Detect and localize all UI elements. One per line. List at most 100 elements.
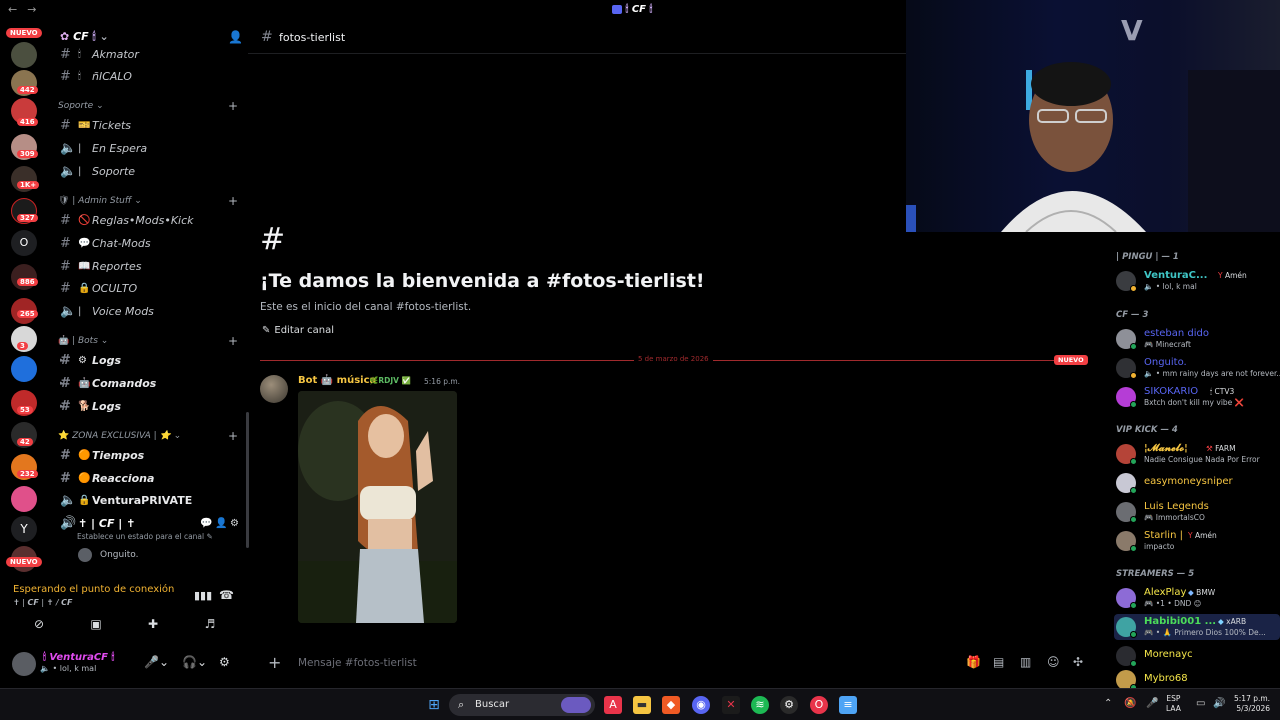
avatar[interactable] (260, 375, 288, 403)
channel-item[interactable]: # 🕯 ñICALO (60, 67, 246, 85)
microphone-icon[interactable]: 🎤 (1146, 698, 1158, 709)
message-author[interactable]: Bot 🤖 música (298, 375, 376, 386)
signal-icon[interactable]: ▮▮▮ (194, 589, 212, 602)
edit-channel-button[interactable]: ✎ Editar canal (262, 325, 334, 336)
clock[interactable]: 5:17 p.m. 5/3/2026 (1234, 694, 1270, 714)
username[interactable]: 🕯 VenturaCF 🕯 (43, 652, 114, 663)
opera-gx-icon[interactable]: O (810, 696, 828, 714)
add-channel-icon[interactable]: + (228, 334, 238, 348)
sticker-icon[interactable]: ▥ (1020, 655, 1031, 669)
back-arrow-icon[interactable]: ← (8, 3, 17, 16)
emoji-icon[interactable]: ☺ (1047, 655, 1060, 669)
member-row[interactable]: Morenayc (1114, 643, 1280, 669)
gear-icon[interactable]: ⚙ (230, 518, 239, 529)
discord-icon[interactable]: ◉ (692, 696, 710, 714)
channel-item[interactable]: # 🟠 Tiempos (60, 446, 246, 464)
voice-channel-item[interactable]: 🔈 | En Espera (60, 139, 246, 157)
speech-bubble-icon: 💬 (78, 237, 91, 249)
camera-off-icon[interactable]: ⊘ (27, 617, 51, 635)
attach-plus-icon[interactable]: + (268, 653, 281, 672)
notepad-icon[interactable]: ≡ (839, 696, 857, 714)
message-input[interactable]: Mensaje #fotos-tierlist (298, 657, 417, 669)
voice-channel-item[interactable]: 🔈 | Voice Mods (60, 302, 246, 320)
member-row[interactable]: Mybro68 (1114, 667, 1280, 688)
disconnect-icon[interactable]: ☎ (219, 588, 234, 602)
settings-gear-icon[interactable]: ⚙ (219, 655, 230, 669)
language-indicator[interactable]: ESP LAA (1166, 694, 1181, 714)
category-soporte[interactable]: Soporte ⌄ + (58, 99, 238, 113)
channel-item[interactable]: ▸ # 🤖 Comandos (60, 374, 246, 392)
channel-item[interactable]: # 🟠 Reacciona (60, 469, 246, 487)
voice-channel-item[interactable]: 🔈 | Soporte (60, 162, 246, 180)
server-icon[interactable] (11, 42, 37, 68)
voice-member[interactable]: Onguito. (78, 548, 138, 562)
windows-start-icon[interactable]: ⊞ (425, 696, 443, 714)
add-channel-icon[interactable]: + (228, 429, 238, 443)
server-icon[interactable]: Y (11, 516, 37, 542)
new-pill[interactable]: NUEVO (6, 28, 42, 38)
server-name[interactable]: ✿ 𝘾𝙁 🕯 ⌄ (60, 30, 109, 44)
headphones-icon[interactable]: 🎧⌄ (182, 655, 207, 669)
volume-icon[interactable]: 🔊 (1213, 698, 1225, 709)
category-zona-exclusiva[interactable]: ⭐ ZONA EXCLUSIVA | ⭐ ⌄ + (58, 429, 238, 443)
member-row[interactable]: Luis Legends 🎮 ImmortalsCO (1114, 499, 1280, 525)
app-icon-a[interactable]: A (604, 696, 622, 714)
member-row[interactable]: Starlin | Y Amén impacto (1114, 528, 1280, 554)
webcam-overlay: V (906, 0, 1280, 232)
chat-icon[interactable]: 💬 (200, 518, 212, 529)
server-tag[interactable]: 🌿RDJV ✅ (369, 376, 411, 385)
avatar[interactable] (12, 652, 36, 676)
microphone-icon[interactable]: 🎤⌄ (144, 655, 169, 669)
chevron-up-icon[interactable]: ⌃ (1104, 698, 1112, 709)
apps-icon[interactable]: ✣ (1073, 655, 1083, 669)
server-icon[interactable]: O (11, 230, 37, 256)
member-row-selected[interactable]: Habibi001 ... ◆ xARB 🎮 • 🙏 Primero Dios … (1114, 614, 1280, 640)
server-icon[interactable] (11, 486, 37, 512)
channel-item[interactable]: ▸ # ⚙ Logs (60, 351, 246, 369)
activities-icon[interactable]: ✚ (141, 617, 165, 635)
network-icon[interactable]: ▭ (1196, 698, 1205, 709)
connection-channel[interactable]: ✝ | 𝘾𝙁 | ✝ / 𝘾𝙁 (13, 598, 72, 607)
new-pill[interactable]: NUEVO (6, 557, 42, 567)
app-icon-x[interactable]: ✕ (722, 696, 740, 714)
channel-item[interactable]: # 🔒 OCULTO (60, 279, 246, 297)
channel-item[interactable]: # 🎫 Tickets (60, 116, 246, 134)
channel-item[interactable]: # 🕯 Akmator (60, 45, 246, 63)
channel-item[interactable]: # 💬 Chat-Mods (60, 234, 246, 252)
soundboard-icon[interactable]: ♬ (198, 617, 222, 635)
category-admin-stuff[interactable]: 🛡 | Admin Stuff ⌄ + (58, 194, 238, 208)
brave-browser-icon[interactable]: ◆ (662, 696, 680, 714)
hash-icon: # (261, 29, 273, 45)
member-row[interactable]: esteban dido 🎮 Minecraft (1114, 326, 1280, 352)
member-row[interactable]: easymoneysniper (1114, 470, 1280, 496)
message-image-attachment[interactable] (298, 391, 457, 623)
channel-item[interactable]: # 🚫 Reglas•Mods•Kick (60, 211, 246, 229)
taskbar-search[interactable]: ⌕ Buscar (449, 694, 595, 716)
steam-icon[interactable]: ⚙ (780, 696, 798, 714)
channel-item[interactable]: ▸ # 🐕 Logs (60, 397, 246, 415)
gif-icon[interactable]: ▤ (993, 655, 1004, 669)
sidebar-scrollbar[interactable] (246, 412, 249, 548)
server-icon[interactable] (11, 264, 37, 290)
member-row[interactable]: Onguito. 🔈 • mm rainy days are not forev… (1114, 355, 1280, 381)
channel-status-hint[interactable]: Establece un estado para el canal ✎ (77, 532, 213, 541)
notification-mute-icon[interactable]: 🔕 (1124, 698, 1136, 709)
add-member-icon[interactable]: 👤 (228, 30, 243, 44)
invite-icon[interactable]: 👤 (215, 518, 227, 529)
spotify-icon[interactable]: ≋ (751, 696, 769, 714)
gift-icon[interactable]: 🎁 (966, 655, 981, 669)
member-row[interactable]: SIKOKARIO 🕯 CTV3 Bxtch don't kill my vib… (1114, 384, 1280, 410)
voice-channel-active[interactable]: 🔊 ✝ | 𝘾𝙁 | ✝ 💬 👤 ⚙ (60, 514, 246, 532)
channel-item[interactable]: # 📖 Reportes (60, 257, 246, 275)
server-icon[interactable] (11, 356, 37, 382)
member-row[interactable]: VenturaC... Y Amén 🔈 • lol, k mal (1114, 268, 1280, 294)
category-bots[interactable]: 🤖 | Bots ⌄ + (58, 334, 238, 348)
file-explorer-icon[interactable]: ▬ (633, 696, 651, 714)
add-channel-icon[interactable]: + (228, 194, 238, 208)
screen-share-icon[interactable]: ▣ (84, 617, 108, 635)
member-row[interactable]: AlexPlay ◆ BMW 🎮 •1 • DND 😊 (1114, 585, 1280, 611)
add-channel-icon[interactable]: + (228, 99, 238, 113)
member-row[interactable]: ¦𝓜𝓪𝓷𝓮𝓵𝓸¦ ⚒ FARM Nadie Consigue Nada Por … (1114, 441, 1280, 467)
forward-arrow-icon[interactable]: → (27, 3, 36, 16)
voice-channel-item[interactable]: 🔈 🔒 VenturaPRIVATE (60, 491, 246, 509)
